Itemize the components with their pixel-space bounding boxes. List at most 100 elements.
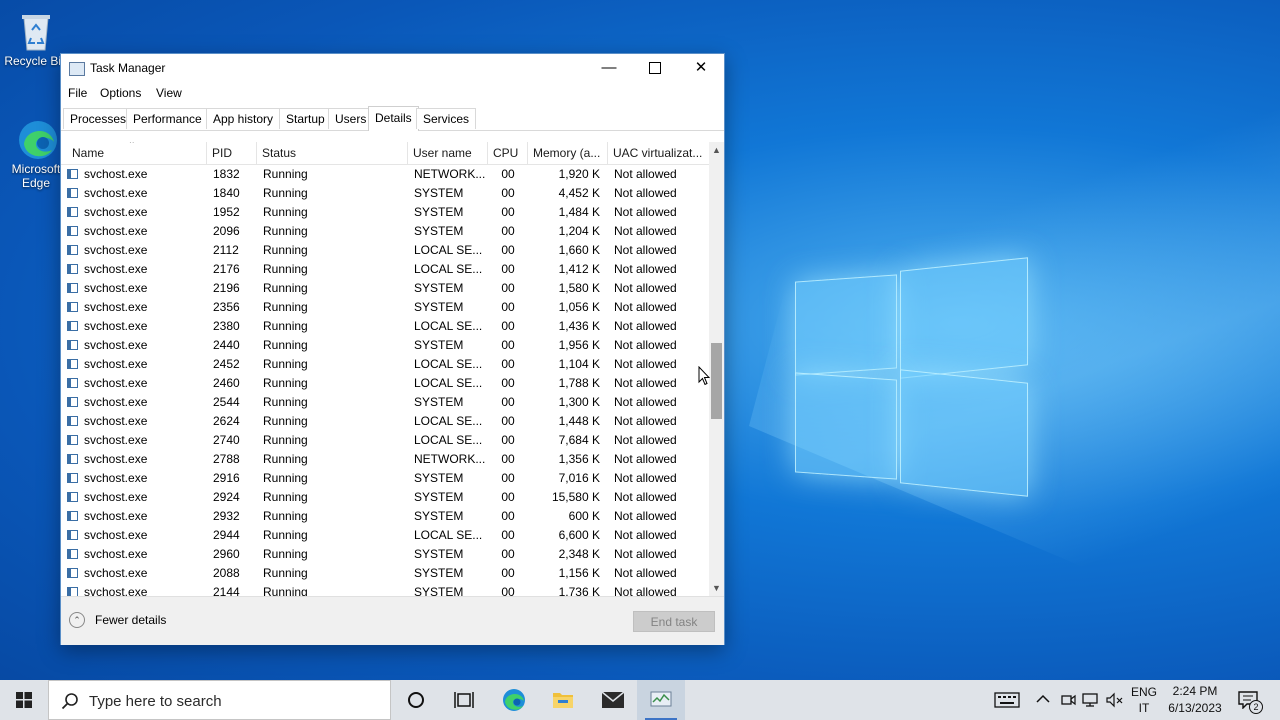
task-view-button[interactable]	[440, 680, 488, 720]
table-row[interactable]: svchost.exe 2544 Running SYSTEM 00 1,300 K Not…	[61, 393, 709, 412]
table-row[interactable]: svchost.exe 1832 Running NETWORK... 00 1,920 …	[61, 165, 709, 184]
process-icon	[67, 188, 78, 198]
cell-status: Running	[263, 186, 308, 200]
folder-icon	[553, 693, 573, 708]
footer-bar: ⌃ Fewer details End task	[61, 596, 724, 645]
taskbar-task-manager-button[interactable]	[637, 680, 685, 720]
scroll-down-arrow-icon[interactable]: ▼	[709, 580, 724, 596]
tab-users[interactable]: Users	[328, 108, 374, 129]
cell-cpu: 00	[501, 547, 515, 561]
table-row[interactable]: svchost.exe 2916 Running SYSTEM 00 7,016 K Not…	[61, 469, 709, 488]
cell-status: Running	[263, 167, 308, 181]
cell-pid: 1840	[213, 186, 240, 200]
tab-processes[interactable]: Processes	[63, 108, 134, 129]
cell-name: svchost.exe	[84, 376, 148, 390]
cell-uac: Not allowed	[614, 186, 677, 200]
table-row[interactable]: svchost.exe 2932 Running SYSTEM 00 600 K Not a…	[61, 507, 709, 526]
cell-user-name: SYSTEM	[414, 205, 464, 219]
cell-uac: Not allowed	[614, 281, 677, 295]
process-icon	[67, 397, 78, 407]
table-row[interactable]: svchost.exe 2356 Running SYSTEM 00 1,056 K Not…	[61, 298, 709, 317]
minimize-button[interactable]: —	[586, 54, 632, 82]
cell-memory: 1,204 K	[558, 224, 600, 238]
cell-name: svchost.exe	[84, 357, 148, 371]
menu-bar: File Options View	[61, 82, 724, 104]
table-row[interactable]: svchost.exe 2740 Running LOCAL SE... 00 7,684…	[61, 431, 709, 450]
file-explorer-button[interactable]	[539, 680, 587, 720]
title-bar[interactable]: Task Manager — ✕	[61, 54, 724, 82]
tab-app-history[interactable]: App history	[206, 108, 281, 129]
input-language-indicator[interactable]: ENG IT	[1128, 680, 1160, 720]
table-row[interactable]: svchost.exe 2944 Running LOCAL SE... 00 6,600…	[61, 526, 709, 545]
taskbar-edge-button[interactable]	[490, 680, 538, 720]
menu-view[interactable]: View	[156, 86, 182, 100]
cell-status: Running	[263, 528, 308, 542]
chevron-up-icon[interactable]: ⌃	[69, 612, 85, 628]
column-header-user-name[interactable]: User name	[408, 142, 488, 164]
cell-uac: Not allowed	[614, 395, 677, 409]
vertical-scrollbar[interactable]: ▲ ▼	[709, 142, 724, 596]
process-icon	[67, 454, 78, 464]
cell-name: svchost.exe	[84, 528, 148, 542]
cell-memory: 1,660 K	[558, 243, 600, 257]
table-row[interactable]: svchost.exe 2380 Running LOCAL SE... 00 1,436…	[61, 317, 709, 336]
table-row[interactable]: svchost.exe 2924 Running SYSTEM 00 15,580 K No…	[61, 488, 709, 507]
cell-user-name: SYSTEM	[414, 509, 464, 523]
table-row[interactable]: svchost.exe 2088 Running SYSTEM 00 1,156 K Not…	[61, 564, 709, 583]
table-row[interactable]: svchost.exe 2096 Running SYSTEM 00 1,204 K Not…	[61, 222, 709, 241]
cell-pid: 2624	[213, 414, 240, 428]
cell-user-name: SYSTEM	[414, 490, 464, 504]
cell-name: svchost.exe	[84, 167, 148, 181]
tab-details[interactable]: Details	[368, 106, 419, 131]
cortana-circle-icon	[408, 692, 424, 708]
recycle-bin-icon	[16, 10, 56, 51]
scroll-up-arrow-icon[interactable]: ▲	[709, 142, 724, 158]
taskbar-search-box[interactable]: Type here to search	[48, 680, 391, 720]
menu-file[interactable]: File	[68, 86, 87, 100]
cortana-button[interactable]	[392, 680, 440, 720]
window-title: Task Manager	[90, 61, 166, 75]
process-icon	[67, 245, 78, 255]
tab-services[interactable]: Services	[416, 108, 477, 129]
table-row[interactable]: svchost.exe 2460 Running LOCAL SE... 00 1,788…	[61, 374, 709, 393]
notification-count-badge: 2	[1249, 700, 1263, 714]
column-header-name[interactable]: Name	[67, 142, 207, 164]
process-icon	[67, 283, 78, 293]
table-row[interactable]: svchost.exe 2624 Running LOCAL SE... 00 1,448…	[61, 412, 709, 431]
table-row[interactable]: svchost.exe 2960 Running SYSTEM 00 2,348 K Not…	[61, 545, 709, 564]
cell-memory: 1,580 K	[558, 281, 600, 295]
column-header-cpu[interactable]: CPU	[488, 142, 528, 164]
column-header-memory[interactable]: Memory (a...	[528, 142, 608, 164]
table-row[interactable]: svchost.exe 2788 Running NETWORK... 00 1,356 …	[61, 450, 709, 469]
end-task-button[interactable]: End task	[633, 611, 715, 632]
tab-startup[interactable]: Startup	[279, 108, 332, 129]
table-row[interactable]: svchost.exe 2440 Running SYSTEM 00 1,956 K Not…	[61, 336, 709, 355]
column-header-pid[interactable]: PID	[207, 142, 257, 164]
table-row[interactable]: svchost.exe 1952 Running SYSTEM 00 1,484 K Not…	[61, 203, 709, 222]
start-button[interactable]	[0, 680, 48, 720]
scrollbar-thumb[interactable]	[711, 343, 722, 419]
notification-center-button[interactable]: 2	[1236, 680, 1268, 720]
table-row[interactable]: svchost.exe 2196 Running SYSTEM 00 1,580 K Not…	[61, 279, 709, 298]
column-header-status[interactable]: Status	[257, 142, 408, 164]
cell-user-name: SYSTEM	[414, 566, 464, 580]
tab-performance[interactable]: Performance	[126, 108, 209, 129]
table-row[interactable]: svchost.exe 2176 Running LOCAL SE... 00 1,412…	[61, 260, 709, 279]
mail-button[interactable]	[588, 680, 636, 720]
cell-cpu: 00	[501, 300, 515, 314]
cell-name: svchost.exe	[84, 338, 148, 352]
fewer-details-link[interactable]: Fewer details	[95, 613, 166, 627]
table-row[interactable]: svchost.exe 1840 Running SYSTEM 00 4,452 K Not…	[61, 184, 709, 203]
cell-user-name: LOCAL SE...	[414, 319, 483, 333]
table-row[interactable]: svchost.exe 2144 Running SYSTEM 00 1,736 K Not…	[61, 583, 709, 596]
column-header-uac-virtualization[interactable]: UAC virtualizat...	[608, 142, 709, 164]
cell-uac: Not allowed	[614, 414, 677, 428]
cell-name: svchost.exe	[84, 471, 148, 485]
maximize-button[interactable]	[632, 54, 678, 82]
cell-user-name: SYSTEM	[414, 585, 464, 596]
clock[interactable]: 2:24 PM 6/13/2023	[1164, 680, 1226, 720]
close-button[interactable]: ✕	[678, 54, 724, 82]
table-row[interactable]: svchost.exe 2452 Running LOCAL SE... 00 1,104…	[61, 355, 709, 374]
menu-options[interactable]: Options	[100, 86, 141, 100]
table-row[interactable]: svchost.exe 2112 Running LOCAL SE... 00 1,660…	[61, 241, 709, 260]
